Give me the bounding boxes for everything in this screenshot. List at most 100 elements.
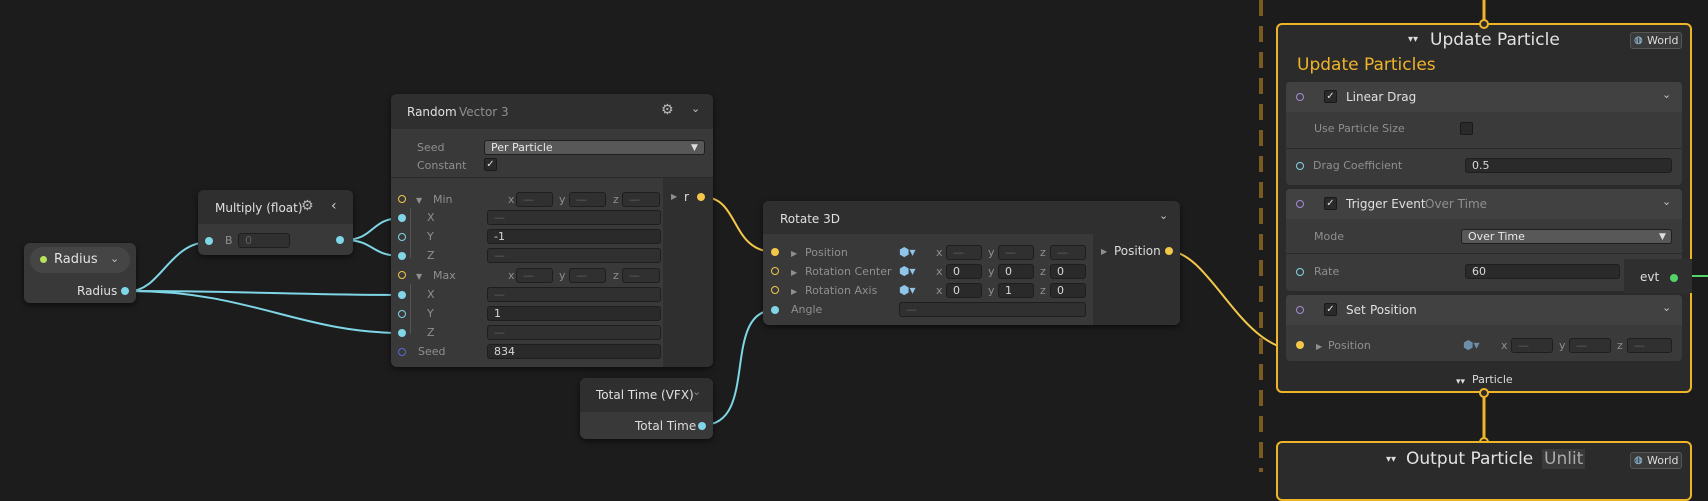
expand-output-icon[interactable]: ▶ bbox=[1101, 247, 1107, 256]
space-toggle[interactable]: ◍ World bbox=[1630, 32, 1682, 49]
seed-mode-dropdown[interactable]: Per Particle bbox=[484, 140, 705, 155]
block-activation-port[interactable] bbox=[1296, 306, 1304, 314]
flow-output-port[interactable] bbox=[1479, 388, 1489, 398]
random-node[interactable]: Random Vector 3 ⚙ ⌄ Seed Per Particle ▼ … bbox=[391, 94, 713, 367]
gear-icon[interactable]: ⚙ bbox=[661, 103, 674, 117]
position-x-field[interactable]: — bbox=[946, 245, 982, 260]
axis-y-field[interactable]: 1 bbox=[998, 283, 1034, 298]
max-z-port[interactable] bbox=[398, 329, 406, 337]
set-position-enabled[interactable]: ✓ bbox=[1324, 303, 1337, 316]
set-position-y-field[interactable]: — bbox=[1569, 338, 1611, 353]
seed-value[interactable]: 834 bbox=[487, 344, 661, 359]
space-cube-icon[interactable]: ⬢▾ bbox=[1463, 338, 1480, 352]
expand-min-icon[interactable]: ▼ bbox=[416, 196, 422, 205]
radius-node[interactable]: Radius ⌄ Radius bbox=[24, 243, 136, 303]
min-z-value[interactable]: — bbox=[487, 248, 661, 263]
multiply-b-field[interactable]: 0 bbox=[238, 233, 290, 248]
position-y-field[interactable]: — bbox=[998, 245, 1034, 260]
max-x-value[interactable]: — bbox=[487, 287, 661, 302]
chevron-down-icon[interactable]: ⌄ bbox=[1662, 301, 1671, 314]
chevron-down-icon[interactable]: ⌄ bbox=[692, 385, 701, 398]
min-z-port[interactable] bbox=[398, 252, 406, 260]
min-x-field[interactable]: — bbox=[516, 192, 553, 207]
angle-port[interactable] bbox=[771, 306, 779, 314]
set-position-x-field[interactable]: — bbox=[1511, 338, 1553, 353]
chevron-down-icon[interactable]: ⌄ bbox=[1662, 88, 1671, 101]
constant-checkbox[interactable]: ✓ bbox=[484, 158, 497, 171]
min-z-field[interactable]: — bbox=[622, 192, 660, 207]
random-output-port[interactable] bbox=[697, 193, 705, 201]
trigger-event-enabled[interactable]: ✓ bbox=[1324, 197, 1337, 210]
rate-port[interactable] bbox=[1296, 268, 1304, 276]
block-activation-port[interactable] bbox=[1296, 93, 1304, 101]
output-particle-context[interactable]: ▾▾ Output Particle Unlit ◍ World bbox=[1276, 441, 1692, 501]
axis-x-field[interactable]: 0 bbox=[946, 283, 982, 298]
set-position-label: Position bbox=[1328, 339, 1371, 352]
min-x-port[interactable] bbox=[398, 214, 406, 222]
drag-coefficient-port[interactable] bbox=[1296, 162, 1304, 170]
evt-output-port[interactable] bbox=[1670, 274, 1678, 282]
use-particle-size-checkbox[interactable] bbox=[1460, 122, 1473, 135]
expand-position-icon[interactable]: ▶ bbox=[791, 249, 797, 258]
multiply-node[interactable]: Multiply (float) ⚙ ‹ B 0 bbox=[198, 190, 353, 255]
total-time-output-port[interactable] bbox=[698, 422, 706, 430]
set-position-z-field[interactable]: — bbox=[1627, 338, 1672, 353]
expand-max-icon[interactable]: ▼ bbox=[416, 272, 422, 281]
trigger-event-block[interactable]: ✓ Trigger Event Over Time ⌄ Mode Over Ti… bbox=[1286, 189, 1682, 291]
mode-dropdown[interactable]: Over Time bbox=[1461, 229, 1672, 244]
drag-coefficient-field[interactable]: 0.5 bbox=[1465, 158, 1672, 173]
total-time-node[interactable]: Total Time (VFX) ⌄ Total Time bbox=[580, 378, 713, 439]
space-cube-icon[interactable]: ⬢▾ bbox=[899, 283, 916, 297]
chevron-down-icon[interactable]: ⌄ bbox=[1662, 195, 1671, 208]
max-z-field[interactable]: — bbox=[622, 268, 660, 283]
expand-position-icon[interactable]: ▶ bbox=[1316, 342, 1322, 351]
position-z-field[interactable]: — bbox=[1050, 245, 1086, 260]
chevron-down-icon[interactable]: ⌄ bbox=[691, 102, 700, 115]
linear-drag-enabled[interactable]: ✓ bbox=[1324, 90, 1337, 103]
flow-input-port[interactable] bbox=[1479, 19, 1489, 29]
max-x-field[interactable]: — bbox=[516, 268, 553, 283]
gear-icon[interactable]: ⚙ bbox=[301, 199, 314, 213]
rotation-axis-port[interactable] bbox=[771, 286, 779, 294]
expand-center-icon[interactable]: ▶ bbox=[791, 268, 797, 277]
collapse-icon[interactable]: ‹ bbox=[331, 199, 337, 213]
update-particle-context[interactable]: ▾▾ Update Particle ◍ World Update Partic… bbox=[1276, 23, 1692, 393]
block-activation-port[interactable] bbox=[1296, 200, 1304, 208]
space-toggle[interactable]: ◍ World bbox=[1630, 452, 1682, 469]
radius-output-port[interactable] bbox=[121, 287, 129, 295]
max-y-value[interactable]: 1 bbox=[487, 306, 661, 321]
min-y-field[interactable]: — bbox=[569, 192, 606, 207]
max-port[interactable] bbox=[398, 271, 406, 279]
multiply-output-port[interactable] bbox=[336, 236, 344, 244]
rotate3d-output-port[interactable] bbox=[1165, 247, 1173, 255]
rotation-center-port[interactable] bbox=[771, 267, 779, 275]
rate-field[interactable]: 60 bbox=[1465, 264, 1620, 279]
radius-node-header[interactable]: Radius ⌄ bbox=[30, 247, 130, 273]
space-cube-icon[interactable]: ⬢▾ bbox=[899, 264, 916, 278]
min-y-value[interactable]: -1 bbox=[487, 229, 661, 244]
center-z-field[interactable]: 0 bbox=[1050, 264, 1086, 279]
linear-drag-block[interactable]: ✓ Linear Drag ⌄ Use Particle Size Drag C… bbox=[1286, 82, 1682, 185]
center-x-field[interactable]: 0 bbox=[946, 264, 982, 279]
min-port[interactable] bbox=[398, 195, 406, 203]
seed-port[interactable] bbox=[398, 348, 406, 356]
max-x-port[interactable] bbox=[398, 291, 406, 299]
rotate3d-node[interactable]: Rotate 3D ⌄ ▶ Position ⬢▾ x — y — z — ▶ … bbox=[763, 201, 1180, 325]
chevron-down-icon[interactable]: ⌄ bbox=[110, 252, 119, 265]
position-port[interactable] bbox=[771, 248, 779, 256]
max-y-port[interactable] bbox=[398, 310, 406, 318]
min-y-port[interactable] bbox=[398, 233, 406, 241]
multiply-b-port[interactable] bbox=[205, 237, 213, 245]
expand-axis-icon[interactable]: ▶ bbox=[791, 287, 797, 296]
angle-field[interactable]: — bbox=[899, 302, 1086, 317]
expand-r-icon[interactable]: ▶ bbox=[671, 192, 677, 201]
axis-z-field[interactable]: 0 bbox=[1050, 283, 1086, 298]
center-y-field[interactable]: 0 bbox=[998, 264, 1034, 279]
max-z-value[interactable]: — bbox=[487, 325, 661, 340]
set-position-block[interactable]: ✓ Set Position ⌄ ▶ Position ⬢▾ x — y — z… bbox=[1286, 295, 1682, 361]
max-y-field[interactable]: — bbox=[569, 268, 606, 283]
space-cube-icon[interactable]: ⬢▾ bbox=[899, 245, 916, 259]
min-x-value[interactable]: — bbox=[487, 210, 661, 225]
chevron-down-icon[interactable]: ⌄ bbox=[1159, 209, 1168, 222]
set-position-port[interactable] bbox=[1296, 341, 1304, 349]
